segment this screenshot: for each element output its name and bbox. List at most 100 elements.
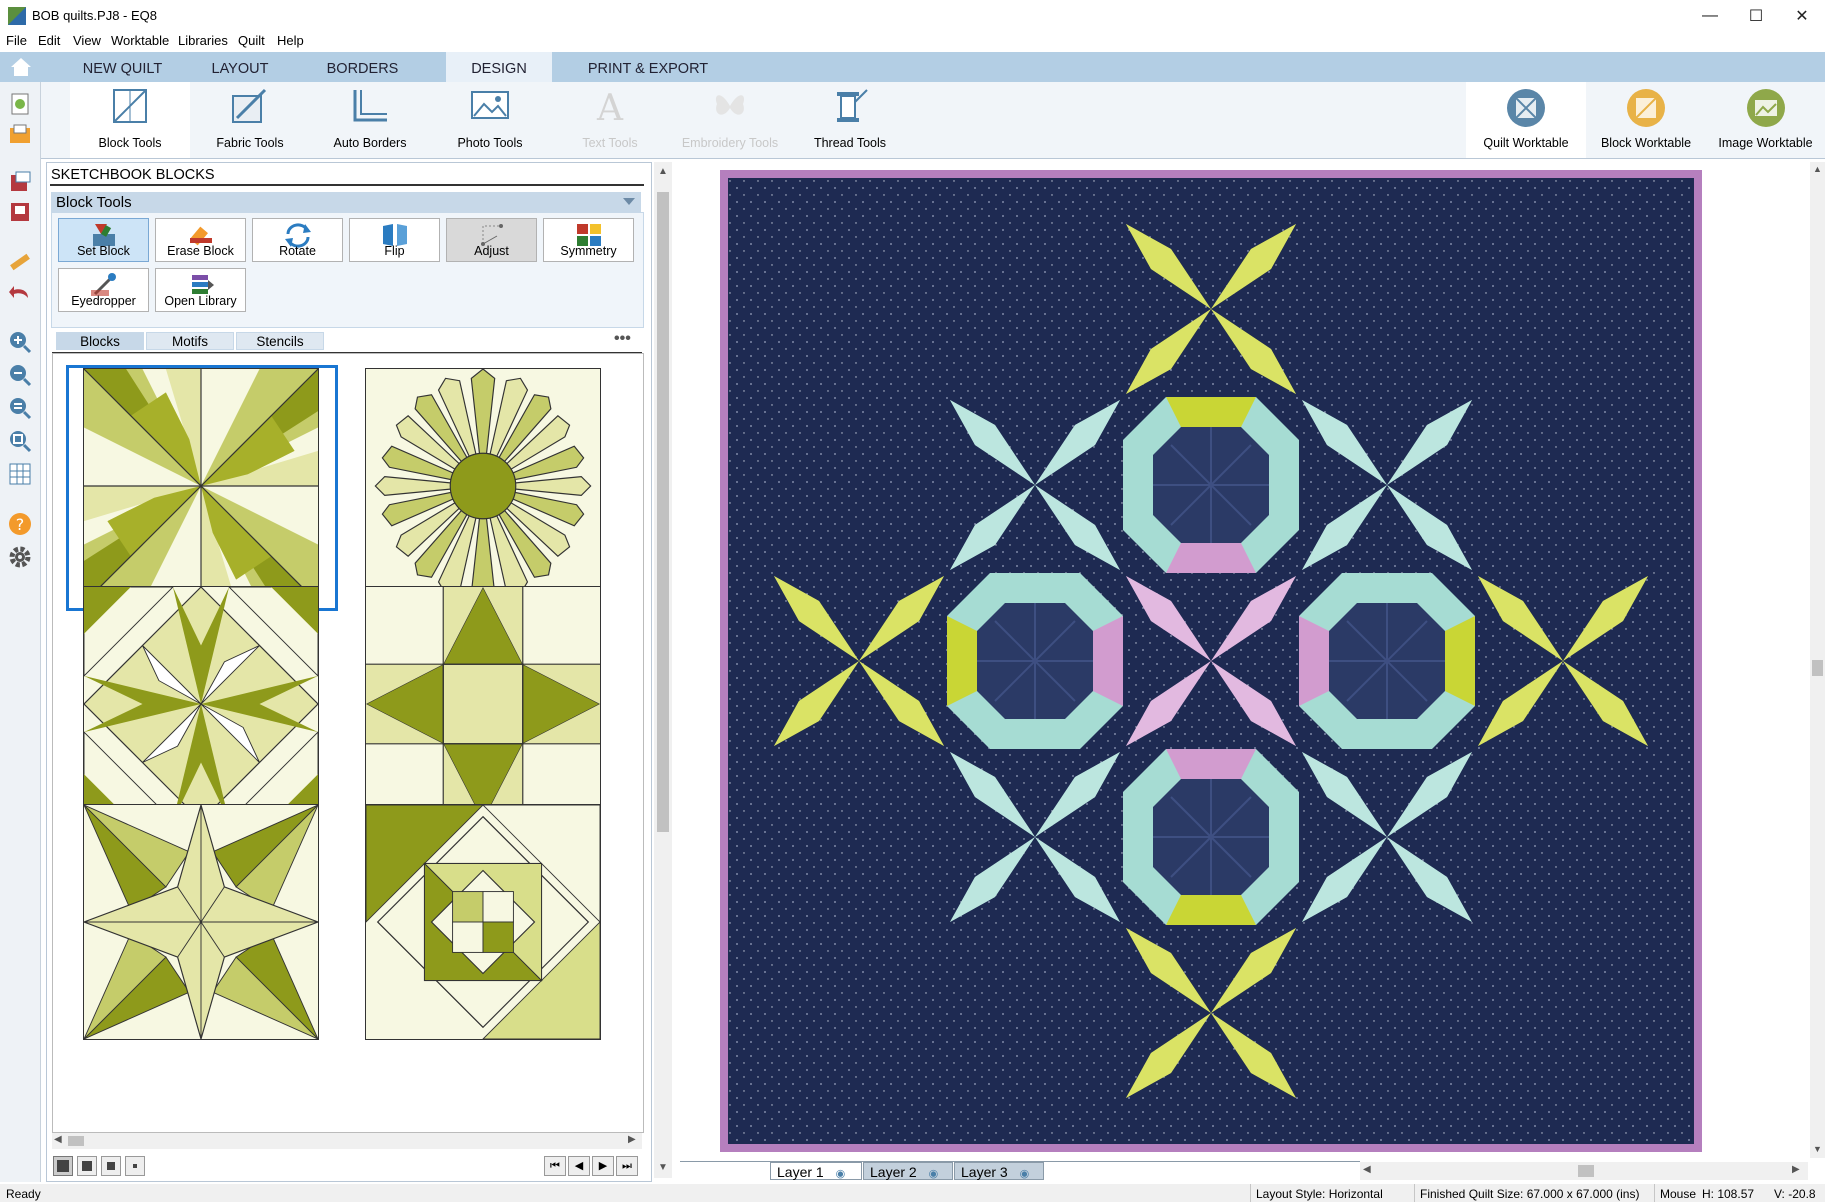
menu-file[interactable]: File [6,33,27,48]
tab-motifs[interactable]: Motifs [146,332,234,350]
block-thumbnail[interactable] [365,368,601,604]
open-project-icon[interactable] [8,122,32,146]
quilt-ring-right [1298,572,1476,750]
block-tools-header[interactable]: Block Tools [51,192,641,212]
eye-icon[interactable]: ◉ [836,1168,846,1180]
symmetry-label: Symmetry [560,244,617,258]
tab-layout[interactable]: LAYOUT [190,52,290,82]
panel-vertical-scrollbar[interactable]: ▲ ▼ [654,162,672,1178]
new-project-icon[interactable] [8,92,32,116]
quilt-ring-bottom [1122,748,1300,926]
tab-new-quilt[interactable]: NEW QUILT [70,52,175,82]
scroll-left-arrow-icon[interactable]: ◀ [54,1134,62,1145]
quilt-worktable-button[interactable]: Quilt Worktable [1466,82,1586,158]
thread-tools-button[interactable]: Thread Tools [790,82,910,158]
scroll-down-arrow-icon[interactable]: ▼ [658,1162,668,1173]
first-page-icon[interactable]: ⏮ [544,1156,566,1176]
next-page-icon[interactable]: ▶ [592,1156,614,1176]
home-icon[interactable] [10,57,32,77]
tab-design[interactable]: DESIGN [446,52,552,82]
photo-tools-button[interactable]: Photo Tools [430,82,550,158]
text-tools-button[interactable]: A Text Tools [550,82,670,158]
zoom-out-icon[interactable] [8,363,32,387]
scroll-up-arrow-icon[interactable]: ▲ [658,166,668,177]
collapse-chevron-icon[interactable] [623,198,635,206]
main-tab-bar: NEW QUILT LAYOUT BORDERS DESIGN PRINT & … [0,52,1825,82]
erase-block-button[interactable]: Erase Block [155,218,246,262]
symmetry-button[interactable]: Symmetry [543,218,634,262]
more-options-icon[interactable]: ••• [614,330,631,348]
quilt-worktable-icon [1507,89,1545,127]
layer-1-tab[interactable]: Layer 1 ◉ [770,1162,862,1180]
image-worktable-button[interactable]: Image Worktable [1706,82,1825,158]
eyedropper-button[interactable]: Eyedropper [58,268,149,312]
menu-libraries[interactable]: Libraries [178,33,228,48]
blocks-horizontal-scrollbar[interactable]: ◀ ▶ [52,1133,642,1149]
quilt-design[interactable] [720,170,1702,1152]
canvas-horizontal-scrollbar[interactable]: ◀ ▶ [1360,1162,1808,1180]
tab-print-export[interactable]: PRINT & EXPORT [578,52,718,82]
menu-edit[interactable]: Edit [38,33,60,48]
fabric-tools-button[interactable]: Fabric Tools [190,82,310,158]
zoom-fit-icon[interactable] [8,396,32,420]
block-thumbnail[interactable] [83,368,319,604]
block-thumbnail[interactable] [83,586,319,822]
auto-borders-button[interactable]: Auto Borders [310,82,430,158]
thumb-size-large-button[interactable] [53,1156,73,1176]
tab-stencils[interactable]: Stencils [236,332,324,350]
thumb-size-small-button[interactable] [101,1156,121,1176]
embroidery-tools-button[interactable]: Embroidery Tools [670,82,790,158]
rotate-button[interactable]: Rotate [252,218,343,262]
menu-worktable[interactable]: Worktable [111,33,169,48]
prev-page-icon[interactable]: ◀ [568,1156,590,1176]
block-thumbnail[interactable] [83,804,319,1040]
flip-button[interactable]: Flip [349,218,440,262]
scrollbar-thumb[interactable] [1812,660,1823,676]
layer-3-tab[interactable]: Layer 3 ◉ [954,1162,1044,1180]
thumb-size-tiny-button[interactable] [125,1156,145,1176]
thumb-size-medium-button[interactable] [77,1156,97,1176]
scroll-up-arrow-icon[interactable]: ▲ [1813,164,1822,174]
menu-help[interactable]: Help [277,33,304,48]
set-block-label: Set Block [77,244,130,258]
scroll-right-arrow-icon[interactable]: ▶ [1792,1164,1800,1175]
undo-icon[interactable] [8,280,32,304]
left-toolbar: ? [0,82,41,1182]
tab-borders[interactable]: BORDERS [310,52,415,82]
zoom-window-icon[interactable] [8,429,32,453]
eye-icon[interactable]: ◉ [929,1168,939,1180]
open-library-button[interactable]: Open Library [155,268,246,312]
maximize-button[interactable]: ☐ [1733,0,1779,32]
adjust-button[interactable]: Adjust [446,218,537,262]
minimize-button[interactable]: — [1687,0,1733,32]
auto-borders-icon [353,90,387,122]
block-tools-button[interactable]: Block Tools [70,82,190,158]
settings-gear-icon[interactable] [8,545,32,569]
block-thumbnail[interactable] [365,804,601,1040]
ruler-icon[interactable] [8,250,32,274]
scroll-down-arrow-icon[interactable]: ▼ [1813,1144,1822,1154]
last-page-icon[interactable]: ⏭ [616,1156,638,1176]
canvas-vertical-scrollbar[interactable]: ▲ ▼ [1810,162,1825,1158]
scroll-right-arrow-icon[interactable]: ▶ [628,1134,636,1145]
tab-blocks[interactable]: Blocks [56,332,144,350]
add-to-project-icon[interactable] [8,170,32,194]
zoom-in-icon[interactable] [8,330,32,354]
scroll-left-arrow-icon[interactable]: ◀ [1363,1164,1371,1175]
scrollbar-thumb[interactable] [1578,1165,1594,1177]
set-block-button[interactable]: Set Block [58,218,149,262]
scrollbar-thumb[interactable] [68,1136,84,1146]
erase-block-label: Erase Block [167,244,234,258]
close-button[interactable]: ✕ [1779,0,1825,32]
block-thumbnail[interactable] [365,586,601,822]
layer-2-label: Layer 2 [870,1164,917,1180]
layer-2-tab[interactable]: Layer 2 ◉ [863,1162,953,1180]
eye-icon[interactable]: ◉ [1020,1168,1030,1180]
menu-quilt[interactable]: Quilt [238,33,265,48]
sketchbook-icon[interactable] [8,200,32,224]
menu-view[interactable]: View [73,33,101,48]
help-icon[interactable]: ? [8,512,32,536]
scrollbar-thumb[interactable] [657,192,669,832]
grid-view-icon[interactable] [8,462,32,486]
block-worktable-button[interactable]: Block Worktable [1586,82,1706,158]
